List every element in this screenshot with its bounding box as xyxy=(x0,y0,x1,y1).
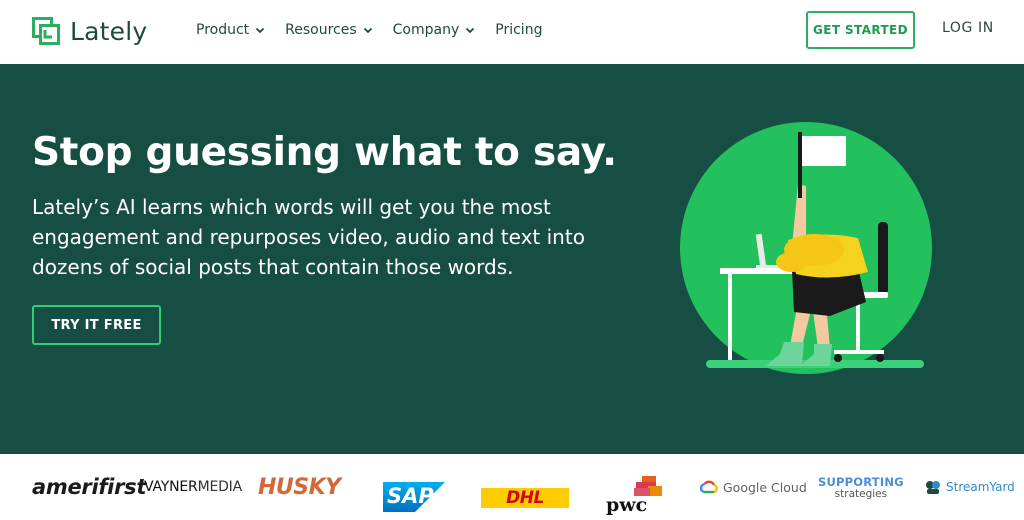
logo-dhl: DHL xyxy=(481,488,569,508)
lately-logo[interactable]: Lately xyxy=(32,14,147,48)
main-nav: Product Resources Company Pricing xyxy=(196,19,542,41)
desk-leg-left xyxy=(728,274,732,360)
flag-icon xyxy=(802,136,846,166)
chevron-down-icon xyxy=(256,27,265,34)
sap-text: SAP xyxy=(387,484,434,508)
hero-title: Stop guessing what to say. xyxy=(32,130,617,175)
chevron-down-icon xyxy=(466,27,475,34)
nav-pricing[interactable]: Pricing xyxy=(495,19,542,41)
hero-illustration xyxy=(680,122,932,374)
logo-husky: HUSKY xyxy=(258,474,341,500)
nav-product-label: Product xyxy=(196,22,250,38)
logo-pwc: pwc xyxy=(606,474,668,518)
site-header: Lately Product Resources Company Pricing… xyxy=(0,0,1024,64)
logo-google-cloud: Google Cloud xyxy=(700,454,807,520)
logo-streamyard: StreamYard xyxy=(924,454,1015,520)
nav-resources-label: Resources xyxy=(285,22,357,38)
chair-back xyxy=(878,222,888,294)
customer-logos: amerifirst VAYNER MEDIA HUSKY SAP DHL pwc xyxy=(0,454,1024,520)
supporting-text: SUPPORTING xyxy=(818,474,904,489)
try-it-free-button[interactable]: TRY IT FREE xyxy=(32,305,161,345)
flag-pole xyxy=(798,132,802,198)
google-cloud-icon xyxy=(700,480,718,494)
get-started-button[interactable]: GET STARTED xyxy=(806,11,915,49)
lately-logo-icon xyxy=(32,17,60,45)
chevron-down-icon xyxy=(363,27,372,34)
nav-company[interactable]: Company xyxy=(393,19,476,41)
logo-sap: SAP xyxy=(383,482,445,512)
nav-company-label: Company xyxy=(392,22,460,38)
hero-subtitle: Lately’s AI learns which words will get … xyxy=(32,195,585,279)
nav-product[interactable]: Product xyxy=(196,19,265,41)
strategies-text: strategies xyxy=(834,487,888,500)
logo-vaynermedia: VAYNER MEDIA xyxy=(144,454,242,520)
logo-amerifirst: amerifirst xyxy=(32,475,147,499)
nav-resources[interactable]: Resources xyxy=(285,19,373,41)
dhl-text: DHL xyxy=(506,488,544,508)
logo-text: Lately xyxy=(70,16,148,46)
logo-supporting-strategies: SUPPORTING strategies xyxy=(818,454,904,520)
login-link[interactable]: LOG IN xyxy=(942,20,994,36)
nav-pricing-label: Pricing xyxy=(495,22,543,38)
vayner-bold: VAYNER xyxy=(144,479,198,495)
hero-section: Stop guessing what to say. Lately’s AI l… xyxy=(0,64,1024,454)
pwc-text: pwc xyxy=(606,494,648,516)
vayner-thin: MEDIA xyxy=(197,479,243,495)
google-cloud-text: Google Cloud xyxy=(723,479,807,495)
streamyard-text: StreamYard xyxy=(946,480,1015,494)
streamyard-icon xyxy=(926,481,940,494)
